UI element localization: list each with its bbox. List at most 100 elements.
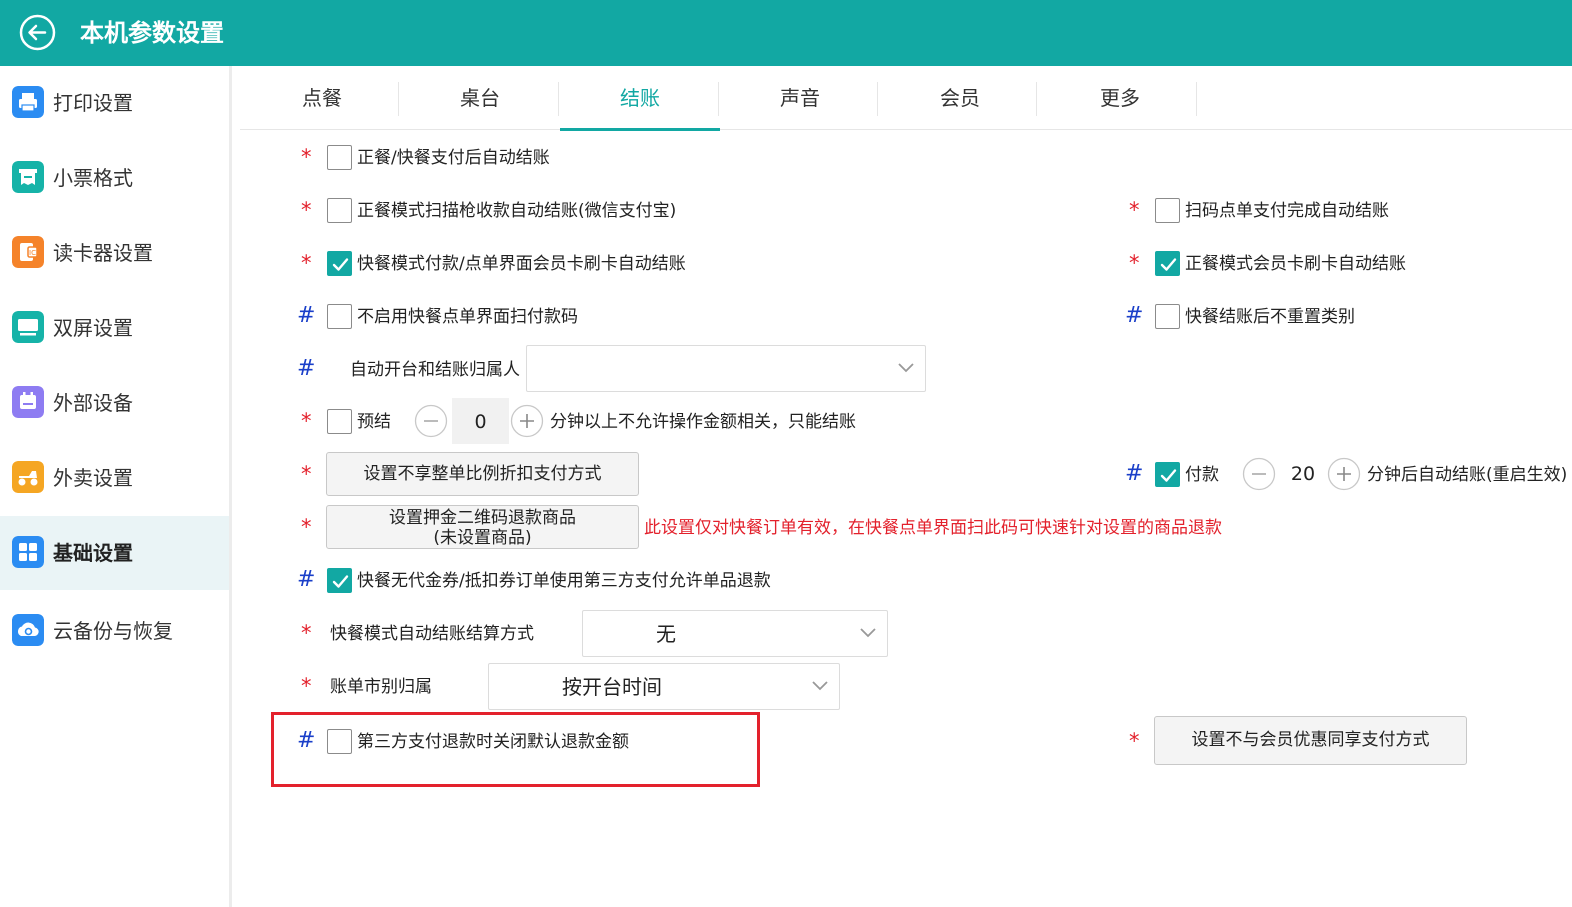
sidebar-item-label: 外卖设置	[53, 466, 133, 490]
no-reset-category-label: 快餐结账后不重置类别	[1185, 307, 1355, 327]
sidebar-item-label: 双屏设置	[53, 316, 133, 340]
tab-order[interactable]: 点餐	[240, 66, 400, 130]
hash-mark: #	[297, 567, 316, 592]
sidebar-item-delivery[interactable]: 外卖设置	[0, 441, 229, 515]
set-no-discount-payment-button[interactable]: 设置不享整单比例折扣支付方式	[326, 452, 639, 496]
tab-divider	[398, 82, 399, 116]
required-mark: *	[301, 198, 312, 222]
dinein-member-card-checkbox[interactable]	[1155, 251, 1180, 276]
sidebar-item-dual-screen[interactable]: 双屏设置	[0, 291, 229, 365]
bill-period-select[interactable]: 按开台时间	[488, 663, 840, 710]
checkmark-icon	[332, 575, 349, 588]
pre-checkout-checkbox[interactable]	[327, 409, 352, 434]
tab-table[interactable]: 桌台	[400, 66, 560, 130]
tab-more[interactable]: 更多	[1040, 66, 1200, 130]
plus-icon[interactable]	[510, 404, 544, 438]
tab-member[interactable]: 会员	[880, 66, 1040, 130]
fastfood-settlement-select[interactable]: 无	[582, 610, 888, 657]
button-line: (未设置商品)	[433, 528, 532, 548]
chevron-down-icon	[812, 681, 828, 691]
sidebar-item-cloud-backup[interactable]: 云备份与恢复	[0, 594, 229, 668]
pre-checkout-suffix: 分钟以上不允许操作金额相关，只能结账	[550, 412, 856, 432]
sidebar-item-label: 打印设置	[53, 91, 133, 115]
tab-label: 点餐	[302, 86, 342, 110]
svg-text:IC: IC	[29, 249, 36, 257]
select-value: 无	[656, 622, 676, 646]
monitor-icon	[12, 311, 44, 343]
required-mark: *	[301, 251, 312, 275]
payment-minutes-value[interactable]: 20	[1280, 462, 1326, 486]
sidebar-item-basic-settings[interactable]: 基础设置	[0, 516, 229, 590]
tab-divider	[718, 82, 719, 116]
required-mark: *	[301, 409, 312, 433]
sidebar-item-card-reader[interactable]: IC 读卡器设置	[0, 216, 229, 290]
card-reader-icon: IC	[12, 236, 44, 268]
tab-bar: 点餐 桌台 结账 声音 会员 更多	[240, 66, 1572, 131]
tab-label: 会员	[940, 86, 980, 110]
sidebar-item-print[interactable]: 打印设置	[0, 66, 229, 140]
sidebar-item-label: 外部设备	[53, 391, 133, 415]
tab-label: 更多	[1100, 86, 1140, 110]
tab-label: 结账	[620, 86, 660, 110]
required-mark: *	[1129, 251, 1140, 275]
no-reset-category-checkbox[interactable]	[1155, 304, 1180, 329]
deposit-qr-note: 此设置仅对快餐订单有效，在快餐点单界面扫此码可快速针对设置的商品退款	[644, 518, 1222, 538]
minus-icon[interactable]	[1242, 457, 1276, 491]
tab-divider	[1036, 82, 1037, 116]
tab-label: 声音	[780, 86, 820, 110]
app-header: 本机参数设置	[0, 0, 1572, 66]
deposit-qr-refund-button[interactable]: 设置押金二维码退款商品 (未设置商品)	[326, 505, 639, 549]
hash-mark: #	[297, 303, 316, 328]
sidebar-item-external-device[interactable]: 外部设备	[0, 366, 229, 440]
payment-auto-checkout-checkbox[interactable]	[1155, 462, 1180, 487]
scanner-auto-checkout-label: 正餐模式扫描枪收款自动结账(微信支付宝)	[357, 201, 677, 221]
required-mark: *	[301, 145, 312, 169]
required-mark: *	[1129, 198, 1140, 222]
chevron-down-icon	[898, 363, 914, 373]
auto-checkout-after-payment-label: 正餐/快餐支付后自动结账	[357, 148, 550, 168]
fastfood-member-card-checkbox[interactable]	[327, 251, 352, 276]
back-arrow-icon[interactable]	[19, 14, 56, 51]
third-party-item-refund-checkbox[interactable]	[327, 568, 352, 593]
set-no-member-discount-payment-button[interactable]: 设置不与会员优惠同享支付方式	[1154, 716, 1467, 765]
cloud-icon	[12, 614, 44, 646]
tab-divider	[558, 82, 559, 116]
required-mark: *	[301, 621, 312, 645]
auto-open-owner-label: 自动开台和结账归属人	[350, 360, 520, 380]
fastfood-member-card-label: 快餐模式付款/点单界面会员卡刷卡自动结账	[357, 254, 686, 274]
printer-icon	[12, 86, 44, 118]
required-mark: *	[301, 515, 312, 539]
pre-checkout-label: 预结	[357, 412, 391, 432]
hash-mark: #	[1125, 461, 1144, 486]
qr-order-auto-checkout-checkbox[interactable]	[1155, 198, 1180, 223]
button-line: 设置押金二维码退款商品	[389, 508, 576, 528]
payment-auto-checkout-suffix: 分钟后自动结账(重启生效)	[1367, 465, 1568, 485]
checkmark-icon	[1160, 258, 1177, 271]
tab-divider	[877, 82, 878, 116]
payment-auto-checkout-label: 付款	[1185, 465, 1219, 485]
tab-label: 桌台	[460, 86, 500, 110]
chevron-down-icon	[860, 628, 876, 638]
select-value: 按开台时间	[562, 675, 662, 699]
delivery-icon	[12, 461, 44, 493]
sidebar-item-receipt[interactable]: 小票格式	[0, 141, 229, 215]
required-mark: *	[301, 462, 312, 486]
tab-sound[interactable]: 声音	[720, 66, 880, 130]
plus-icon[interactable]	[1327, 457, 1361, 491]
tab-divider	[1196, 82, 1197, 116]
sidebar-item-label: 基础设置	[53, 541, 133, 565]
scanner-auto-checkout-checkbox[interactable]	[327, 198, 352, 223]
sidebar: 打印设置 小票格式 IC 读卡器设置 双屏设置 外部设备 外卖设置 基础设置 云…	[0, 66, 232, 907]
third-party-item-refund-label: 快餐无代金券/抵扣券订单使用第三方支付允许单品退款	[357, 571, 771, 591]
tab-checkout[interactable]: 结账	[560, 66, 720, 131]
sidebar-item-label: 读卡器设置	[53, 241, 153, 265]
required-mark: *	[301, 674, 312, 698]
disable-scan-paycode-checkbox[interactable]	[327, 304, 352, 329]
checkmark-icon	[1160, 469, 1177, 482]
minus-icon[interactable]	[414, 404, 448, 438]
qr-order-auto-checkout-label: 扫码点单支付完成自动结账	[1185, 201, 1389, 221]
auto-checkout-after-payment-checkbox[interactable]	[327, 145, 352, 170]
auto-open-owner-select[interactable]	[526, 345, 926, 392]
page-title: 本机参数设置	[80, 19, 224, 47]
bill-period-label: 账单市别归属	[330, 677, 432, 697]
